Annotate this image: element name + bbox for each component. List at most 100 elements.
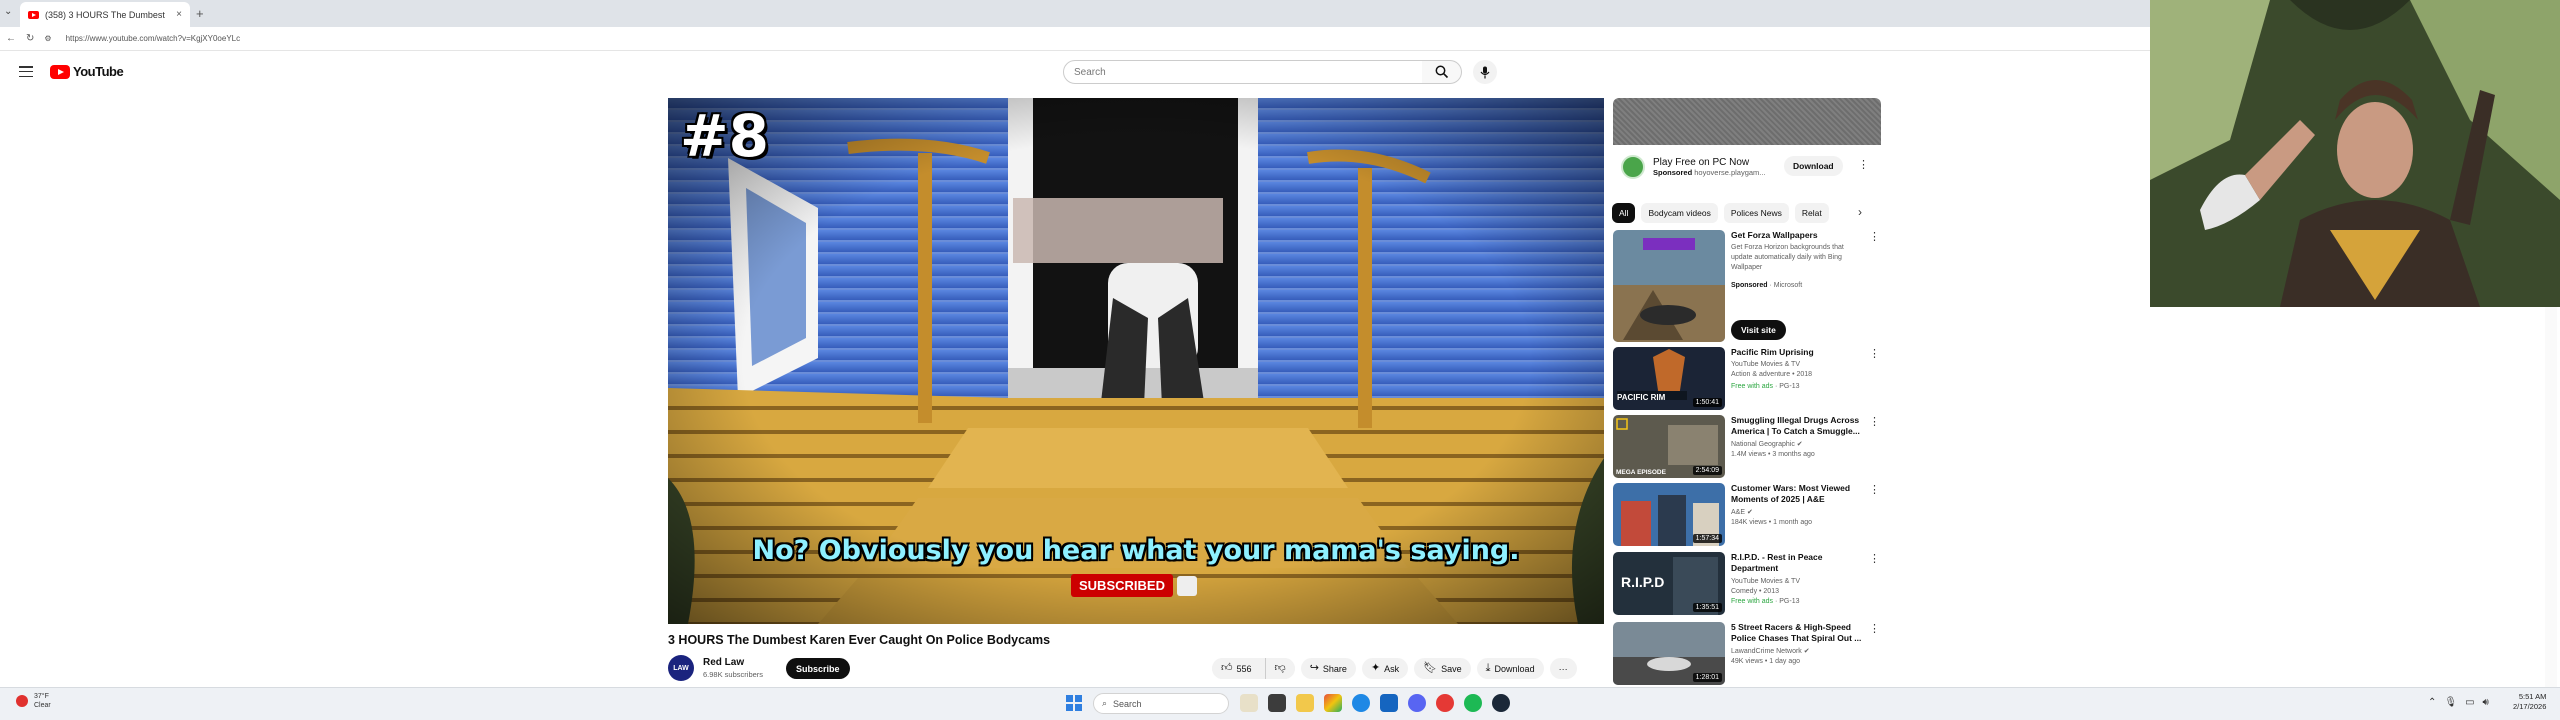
chevron-right-icon[interactable]: › [1858,205,1862,219]
rec-title[interactable]: R.I.P.D. - Rest in Peace Department [1731,552,1871,574]
task-view-icon[interactable] [1268,694,1286,712]
menu-icon[interactable] [19,66,33,77]
channel-name[interactable]: Red Law [703,657,744,668]
chip-all[interactable]: All [1612,203,1636,223]
rec-channel: YouTube Movies & TV [1731,361,1801,368]
address-bar-row: ← ↻ ⚙ https://www.youtube.com/watch?v=Kg… [0,27,2150,51]
tab-search-chevron-icon[interactable]: ⌄ [4,6,12,17]
site-info-icon[interactable]: ⚙ [44,34,51,43]
clock-time: 5:51 AM [2518,692,2547,701]
back-icon[interactable]: ← [6,33,16,44]
channel-avatar[interactable]: LAW [668,655,694,681]
photos-icon[interactable] [1324,694,1342,712]
taskbar-clock[interactable]: 5:51 AM 2/17/2026 [2513,692,2546,712]
rec-more-icon[interactable]: ⋮ [1869,483,1880,496]
taskbar-search[interactable]: ⌕ Search [1093,693,1229,714]
more-icon: ··· [1558,663,1568,674]
rec-info: Action & adventure • 2018 [1731,371,1813,378]
rec-more-icon[interactable]: ⋮ [1869,622,1880,635]
search-button[interactable] [1422,60,1462,84]
ad-advertiser-icon [1621,155,1645,179]
url-field[interactable]: https://www.youtube.com/watch?v=KgjXY0oe… [66,34,241,43]
share-button[interactable]: ↪ Share [1300,658,1356,679]
weather-widget[interactable]: 37°F Clear [16,692,51,710]
ask-button[interactable]: ✦ Ask [1361,658,1409,679]
app-icon[interactable] [1436,694,1454,712]
rec-more-icon[interactable]: ⋮ [1869,347,1880,360]
download-button[interactable]: ⤓ Download [1476,658,1544,679]
tab-close-icon[interactable]: × [176,9,182,20]
browser-tab[interactable]: (358) 3 HOURS The Dumbest × [20,2,190,27]
share-label: Share [1322,663,1347,674]
list-item[interactable]: MEGA EPISODE 2:54:09 Smuggling Illegal D… [1613,415,1883,479]
rec-title[interactable]: Get Forza Wallpapers [1731,230,1871,241]
rec-title[interactable]: 5 Street Racers & High-Speed Police Chas… [1731,622,1871,644]
volume-icon[interactable]: 🔊︎ [2483,697,2489,708]
list-item[interactable]: 1:57:34 Customer Wars: Most Viewed Momen… [1613,483,1883,547]
list-item[interactable]: 1:28:01 5 Street Racers & High-Speed Pol… [1613,622,1883,686]
list-item[interactable]: PACIFIC RIM 1:50:41 Pacific Rim Uprising… [1613,347,1883,411]
save-label: Save [1441,663,1462,674]
free-with-ads-label: Free with ads [1731,383,1774,390]
ad-banner-image[interactable] [1613,98,1881,145]
chip-bodycam-videos[interactable]: Bodycam videos [1641,203,1718,223]
rec-more-icon[interactable]: ⋮ [1869,415,1880,428]
rec-channel: LawandCrime Network ✔ [1731,648,1810,655]
discord-icon[interactable] [1408,694,1426,712]
video-thumbnail[interactable]: PACIFIC RIM 1:50:41 [1613,347,1725,410]
new-tab-button[interactable]: + [196,6,204,21]
search-input[interactable]: Search [1063,60,1423,84]
steam-icon[interactable] [1492,694,1510,712]
ad-more-icon[interactable]: ⋮ [1858,158,1869,171]
video-thumbnail[interactable]: 1:57:34 [1613,483,1725,546]
video-duration: 1:57:34 [1692,534,1722,543]
rec-more-icon[interactable]: ⋮ [1869,552,1880,565]
weather-text: 37°F Clear [34,692,51,710]
clock-date: 2/17/2026 [2513,702,2547,711]
edge-icon[interactable] [1352,694,1370,712]
file-explorer-icon[interactable] [1296,694,1314,712]
more-actions-button[interactable]: ··· [1549,658,1577,679]
page-scrollbar[interactable] [2545,307,2557,687]
windows-start-icon[interactable] [1066,695,1082,711]
like-button[interactable]: 👍︎ 556 [1212,658,1261,679]
rec-meta-line: Get Forza Horizon backgrounds that [1731,244,1844,251]
microphone-tray-icon[interactable]: 🎙︎ [2444,697,2457,708]
rec-title[interactable]: Pacific Rim Uprising [1731,347,1871,358]
video-thumbnail[interactable]: R.I.P.D 1:35:51 [1613,552,1725,615]
thumbnail-text: PACIFIC RIM [1617,393,1666,402]
store-icon[interactable] [1380,694,1398,712]
voice-search-button[interactable] [1473,60,1497,84]
list-item[interactable]: R.I.P.D 1:35:51 R.I.P.D. - Rest in Peace… [1613,552,1883,616]
subscribe-button[interactable]: Subscribe [786,658,850,679]
taskbar-app-icon[interactable] [1240,694,1258,712]
rec-views: 184K views • 1 month ago [1731,519,1813,526]
dislike-button[interactable]: 👎︎ [1264,658,1295,679]
reload-icon[interactable]: ↻ [26,33,34,44]
youtube-logo[interactable]: YouTube [50,64,124,79]
save-button[interactable]: 🔖︎ Save [1414,658,1471,679]
rec-title[interactable]: Smuggling Illegal Drugs Across America |… [1731,415,1871,437]
visit-site-button[interactable]: Visit site [1731,320,1786,340]
video-duration: 1:50:41 [1692,398,1722,407]
rec-meta: National Geographic ✔ 1.4M views • 3 mon… [1731,440,1871,460]
youtube-favicon-icon [28,10,39,19]
filter-chips: All Bodycam videos Polices News Relat [1612,203,1880,223]
subscribed-overlay: SUBSCRIBED [1071,574,1197,597]
thumbs-down-icon: 👎︎ [1274,662,1286,674]
spotify-icon[interactable] [1464,694,1482,712]
video-thumbnail[interactable]: 1:28:01 [1613,622,1725,685]
ad-title: Play Free on PC Now [1653,157,1750,168]
network-icon[interactable]: ▭ [2465,697,2474,708]
video-thumbnail[interactable]: MEGA EPISODE 2:54:09 [1613,415,1725,478]
ad-download-button[interactable]: Download [1784,156,1843,176]
chip-related[interactable]: Relat [1794,203,1829,223]
video-thumbnail[interactable] [1613,230,1725,342]
chip-polices-news[interactable]: Polices News [1723,203,1789,223]
video-duration: 2:54:09 [1692,466,1722,475]
rec-title[interactable]: Customer Wars: Most Viewed Moments of 20… [1731,483,1871,505]
youtube-play-icon [50,64,70,79]
rec-more-icon[interactable]: ⋮ [1869,230,1880,243]
chevron-up-icon[interactable]: ⌃ [2428,697,2436,708]
video-player[interactable]: #8 No? Obviously you hear what your mama… [668,98,1604,624]
